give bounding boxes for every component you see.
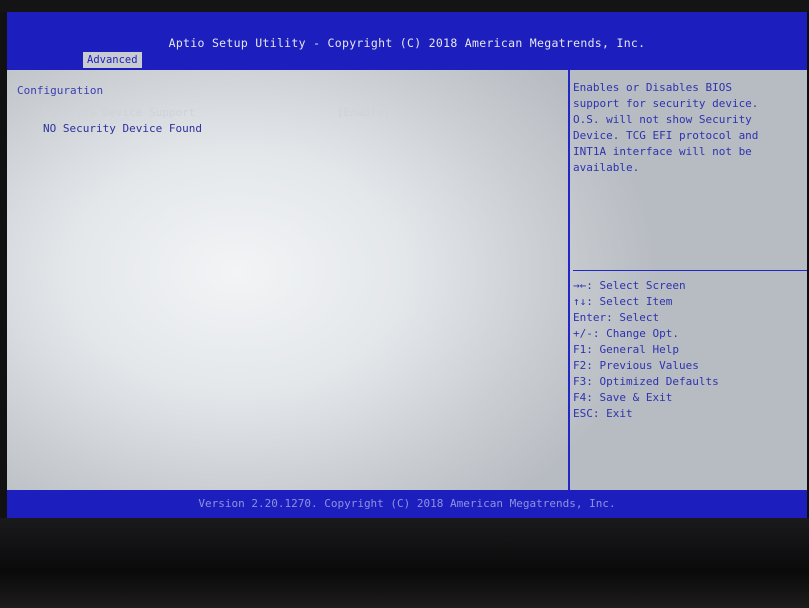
settings-pane: Configuration Security Device Support [E… [7, 70, 567, 490]
setting-label: Security Device Support [43, 106, 196, 119]
key-hint-esc: ESC: Exit [573, 407, 633, 420]
key-hint-enter: Enter: Select [573, 311, 660, 324]
bios-footer: Version 2.20.1270. Copyright (C) 2018 Am… [7, 490, 807, 518]
monitor-bezel-top [0, 0, 809, 12]
tab-advanced[interactable]: Advanced [83, 52, 142, 68]
help-pane: Enables or Disables BIOS support for sec… [573, 70, 807, 490]
key-hint-f3: F3: Optimized Defaults [573, 375, 719, 388]
version-text: Version 2.20.1270. Copyright (C) 2018 Am… [198, 497, 616, 510]
key-hint-f4: F4: Save & Exit [573, 391, 673, 404]
key-hint-select-item: ↑↓: Select Item [573, 295, 673, 308]
monitor-bezel-left [0, 12, 7, 518]
help-separator [573, 270, 807, 271]
setting-value[interactable]: [Enable] [337, 106, 390, 119]
bios-screen: Aptio Setup Utility - Copyright (C) 2018… [7, 12, 807, 518]
setting-label: NO Security Device Found [43, 122, 202, 135]
app-title: Aptio Setup Utility - Copyright (C) 2018… [168, 36, 646, 50]
setting-row-security-device-support[interactable]: Security Device Support [Enable] [17, 106, 557, 120]
monitor-bezel-bottom [0, 518, 809, 608]
key-hint-select-screen: →←: Select Screen [573, 279, 686, 292]
help-description: Enables or Disables BIOS support for sec… [573, 81, 759, 174]
key-hint-f2: F2: Previous Values [573, 359, 699, 372]
setting-row-no-security-device: NO Security Device Found [17, 122, 557, 136]
pane-divider [568, 70, 570, 490]
key-hint-f1: F1: General Help [573, 343, 679, 356]
section-title: Configuration [17, 84, 104, 97]
key-legend: →←: Select Screen ↑↓: Select Item Enter:… [573, 278, 719, 422]
key-hint-change-opt: +/-: Change Opt. [573, 327, 679, 340]
bios-header: Aptio Setup Utility - Copyright (C) 2018… [7, 12, 807, 70]
